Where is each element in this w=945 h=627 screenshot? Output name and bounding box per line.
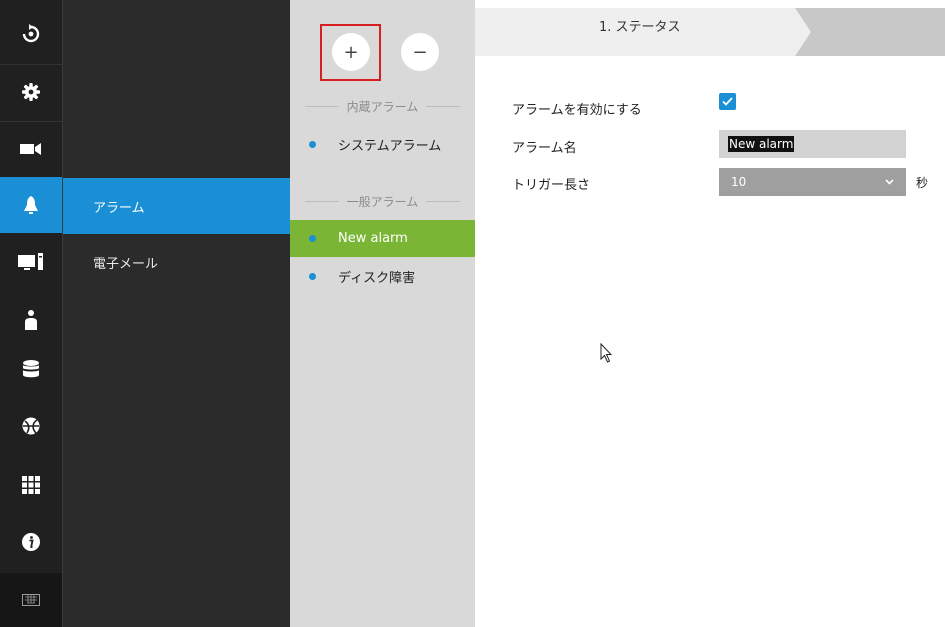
submenu-item-email[interactable]: 電子メール bbox=[63, 234, 290, 290]
rail-keyboard[interactable] bbox=[0, 573, 62, 627]
status-dot bbox=[309, 273, 316, 280]
icon-rail bbox=[0, 0, 63, 627]
trigger-length-value: 10 bbox=[731, 175, 747, 189]
rail-settings[interactable] bbox=[0, 63, 62, 121]
remove-alarm-button[interactable]: − bbox=[401, 33, 439, 71]
step-bar bbox=[475, 8, 945, 56]
rail-apps[interactable] bbox=[0, 456, 62, 514]
add-button-highlight bbox=[320, 24, 381, 81]
status-dot bbox=[309, 235, 316, 242]
list-item-disk-failure[interactable]: ディスク障害 bbox=[290, 258, 475, 295]
bell-icon bbox=[24, 196, 38, 214]
trigger-unit-label: 秒 bbox=[916, 176, 929, 190]
alarm-list-panel: + − 内蔵アラーム システムアラーム 一般アラーム New alarm ディス… bbox=[290, 0, 475, 627]
monitor-icon bbox=[18, 253, 43, 270]
rail-info[interactable] bbox=[0, 513, 62, 571]
submenu-item-label: アラーム bbox=[93, 200, 145, 216]
check-icon bbox=[722, 97, 733, 106]
rail-storage[interactable] bbox=[0, 340, 62, 398]
database-icon bbox=[23, 360, 39, 378]
builtin-alarm-header: 内蔵アラーム bbox=[290, 98, 475, 114]
alarm-name-field[interactable]: New alarm bbox=[719, 130, 906, 158]
alarm-name-label: アラーム名 bbox=[512, 141, 577, 156]
rail-alarm[interactable] bbox=[0, 177, 62, 233]
submenu-item-label: 電子メール bbox=[93, 256, 159, 272]
keyboard-icon bbox=[22, 594, 40, 606]
alarm-name-value: New alarm bbox=[728, 136, 795, 152]
list-item-new-alarm[interactable]: New alarm bbox=[290, 220, 475, 257]
gear-icon bbox=[22, 83, 40, 101]
list-item-label: システムアラーム bbox=[338, 139, 442, 154]
rail-display[interactable] bbox=[0, 233, 62, 291]
user-icon bbox=[25, 310, 37, 330]
list-item-label: ディスク障害 bbox=[338, 271, 416, 286]
status-dot bbox=[309, 141, 316, 148]
camera-icon bbox=[20, 143, 41, 155]
enable-alarm-checkbox[interactable] bbox=[719, 93, 736, 110]
info-icon bbox=[22, 533, 40, 551]
globe-icon bbox=[22, 417, 40, 435]
list-item-label: New alarm bbox=[338, 231, 408, 246]
mouse-cursor-icon bbox=[600, 343, 613, 363]
logo-icon bbox=[22, 24, 40, 43]
rail-camera[interactable] bbox=[0, 120, 62, 178]
rail-network[interactable] bbox=[0, 397, 62, 455]
submenu-item-alarm[interactable]: アラーム bbox=[63, 178, 290, 234]
grid-icon bbox=[22, 476, 40, 494]
submenu: アラーム 電子メール bbox=[63, 0, 290, 627]
trigger-length-select[interactable]: 10 bbox=[719, 168, 906, 196]
general-alarm-header: 一般アラーム bbox=[290, 193, 475, 209]
main-content: 1. ステータス アラームを有効にする アラーム名 New alarm トリガー… bbox=[475, 0, 945, 627]
list-item-system-alarm[interactable]: システムアラーム bbox=[290, 126, 475, 163]
chevron-down-icon bbox=[885, 179, 894, 185]
step-1-status[interactable]: 1. ステータス bbox=[599, 16, 681, 35]
trigger-length-label: トリガー長さ bbox=[512, 178, 591, 193]
rail-logo[interactable] bbox=[0, 4, 62, 62]
enable-alarm-label: アラームを有効にする bbox=[512, 103, 642, 118]
